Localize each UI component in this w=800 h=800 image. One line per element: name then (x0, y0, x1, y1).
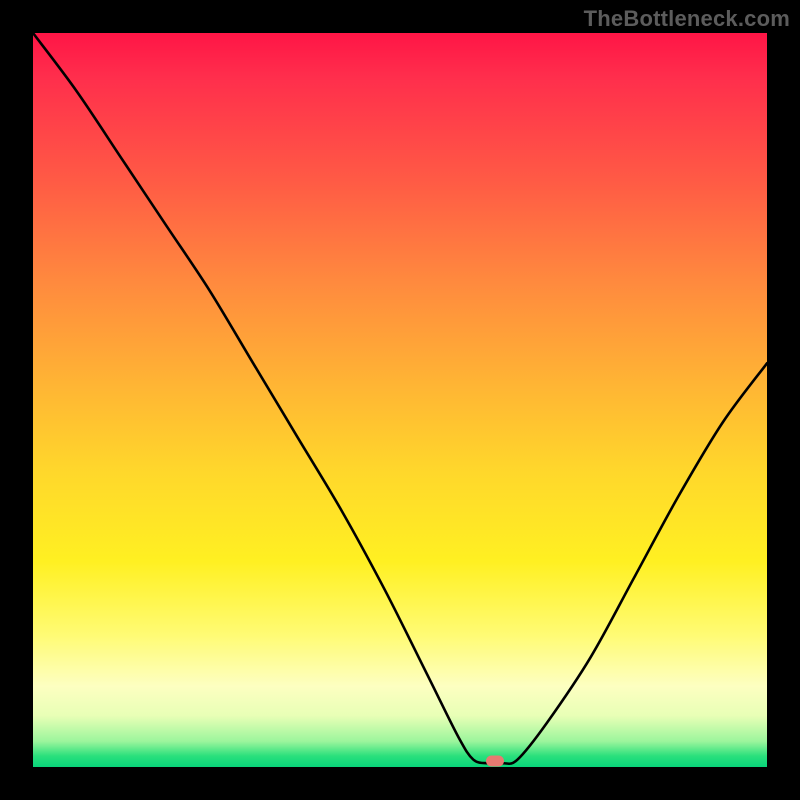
chart-frame: TheBottleneck.com (0, 0, 800, 800)
bottleneck-curve (33, 33, 767, 767)
optimum-marker (486, 756, 504, 767)
watermark-text: TheBottleneck.com (584, 6, 790, 32)
curve-path (33, 33, 767, 764)
plot-area (33, 33, 767, 767)
